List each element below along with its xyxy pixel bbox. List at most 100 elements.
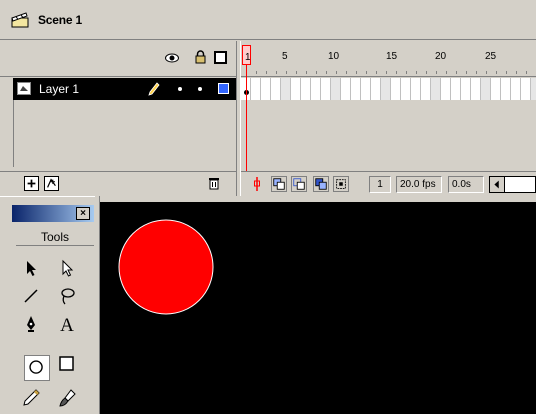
frame-cell[interactable] [401, 78, 411, 100]
frames-empty-area [241, 100, 536, 171]
scene-bar: Scene 1 [0, 0, 536, 40]
ruler-tick [426, 71, 427, 74]
ruler-tick [366, 71, 367, 74]
frame-cell[interactable] [531, 78, 536, 100]
frame-ruler[interactable]: 5 10 15 20 25 [241, 41, 536, 77]
close-icon[interactable]: × [76, 207, 90, 220]
ruler-tick [496, 71, 497, 74]
svg-text:A: A [60, 315, 74, 336]
frame-cell[interactable] [281, 78, 291, 100]
add-guide-layer-icon[interactable] [44, 176, 59, 191]
frame-rate-display[interactable]: 20.0 fps [396, 176, 442, 193]
ruler-tick [406, 71, 407, 74]
ruler-tick [336, 71, 337, 74]
frame-cell[interactable] [461, 78, 471, 100]
frame-cell[interactable] [331, 78, 341, 100]
ruler-tick [456, 71, 457, 74]
tools-titlebar[interactable]: × [12, 205, 94, 222]
onion-skin-icon[interactable] [271, 176, 287, 192]
ruler-tick [286, 71, 287, 74]
frame-cell[interactable] [511, 78, 521, 100]
frame-cell[interactable] [341, 78, 351, 100]
eye-icon[interactable] [165, 51, 179, 65]
frame-cell[interactable] [271, 78, 281, 100]
modify-onion-markers-icon[interactable] [333, 176, 349, 192]
scroll-left-icon[interactable] [489, 176, 505, 193]
ruler-tick [436, 71, 437, 74]
edit-multiple-frames-icon[interactable] [313, 176, 329, 192]
layer-icon [17, 82, 31, 95]
ruler-tick [306, 71, 307, 74]
frame-cell[interactable] [251, 78, 261, 100]
add-layer-icon[interactable] [24, 176, 39, 191]
layer-color-swatch[interactable] [218, 83, 229, 94]
frame-cell[interactable] [471, 78, 481, 100]
ruler-tick [466, 71, 467, 74]
frame-cell[interactable] [261, 78, 271, 100]
frame-cell[interactable] [431, 78, 441, 100]
ruler-tick [516, 71, 517, 74]
ruler-tick [486, 71, 487, 74]
horizontal-scrollbar[interactable] [505, 176, 536, 193]
layer-footer [0, 171, 236, 196]
frame-cell[interactable] [421, 78, 431, 100]
oval-tool-icon[interactable] [24, 355, 50, 381]
trash-icon[interactable] [208, 176, 220, 190]
ruler-tick [276, 71, 277, 74]
lock-dot[interactable] [198, 87, 202, 91]
frame-cell[interactable] [391, 78, 401, 100]
ruler-tick [446, 71, 447, 74]
frame-cell[interactable] [291, 78, 301, 100]
ruler-tick [386, 71, 387, 74]
elapsed-time-display: 0.0s [448, 176, 484, 193]
text-tool-icon[interactable]: A [54, 311, 80, 337]
center-frame-icon[interactable] [249, 176, 265, 192]
ruler-label: 25 [485, 51, 497, 62]
rectangle-tool-icon[interactable] [54, 351, 80, 377]
brush-tool-icon[interactable] [54, 385, 80, 411]
layer-name[interactable]: Layer 1 [39, 82, 79, 96]
frame-cell[interactable] [381, 78, 391, 100]
frame-cell[interactable] [411, 78, 421, 100]
line-tool-icon[interactable] [18, 283, 44, 309]
arrow-tool-icon[interactable] [18, 255, 44, 281]
frame-cell[interactable] [451, 78, 461, 100]
playhead-frame: 1 [245, 52, 251, 63]
frame-cell[interactable] [441, 78, 451, 100]
frame-cell[interactable] [301, 78, 311, 100]
subselect-tool-icon[interactable] [54, 255, 80, 281]
stage-canvas [118, 219, 214, 315]
frame-cell[interactable] [361, 78, 371, 100]
layer-panel: Layer 1 [0, 41, 236, 196]
frame-cell[interactable] [311, 78, 321, 100]
frame-cell[interactable] [481, 78, 491, 100]
ruler-label: 20 [435, 51, 447, 62]
tools-label: Tools [40, 230, 69, 244]
layer-1-frames[interactable] [241, 78, 536, 100]
frame-cell[interactable] [491, 78, 501, 100]
pencil-tool-icon[interactable] [18, 385, 44, 411]
frame-cell[interactable] [351, 78, 361, 100]
lock-icon[interactable] [195, 50, 206, 64]
onion-skin-outlines-icon[interactable] [291, 176, 307, 192]
visibility-dot[interactable] [178, 87, 182, 91]
frame-cell[interactable] [521, 78, 531, 100]
frame-cell[interactable] [371, 78, 381, 100]
lasso-tool-icon[interactable] [54, 283, 80, 309]
ruler-label: 5 [282, 51, 288, 62]
ruler-tick [506, 71, 507, 74]
scene-label[interactable]: Scene 1 [38, 13, 82, 27]
ruler-tick [476, 71, 477, 74]
ruler-tick [256, 71, 257, 74]
ruler-tick [356, 71, 357, 74]
outline-icon[interactable] [214, 51, 227, 64]
pen-tool-icon[interactable] [18, 311, 44, 337]
layer-row[interactable]: Layer 1 [13, 78, 236, 100]
stage[interactable] [100, 196, 536, 414]
frame-cell[interactable] [501, 78, 511, 100]
tools-panel: × Tools A [0, 196, 100, 414]
frame-cell[interactable] [321, 78, 331, 100]
layer-list-empty [13, 100, 236, 167]
playhead[interactable]: 1 [242, 45, 251, 65]
red-circle[interactable] [118, 219, 214, 315]
